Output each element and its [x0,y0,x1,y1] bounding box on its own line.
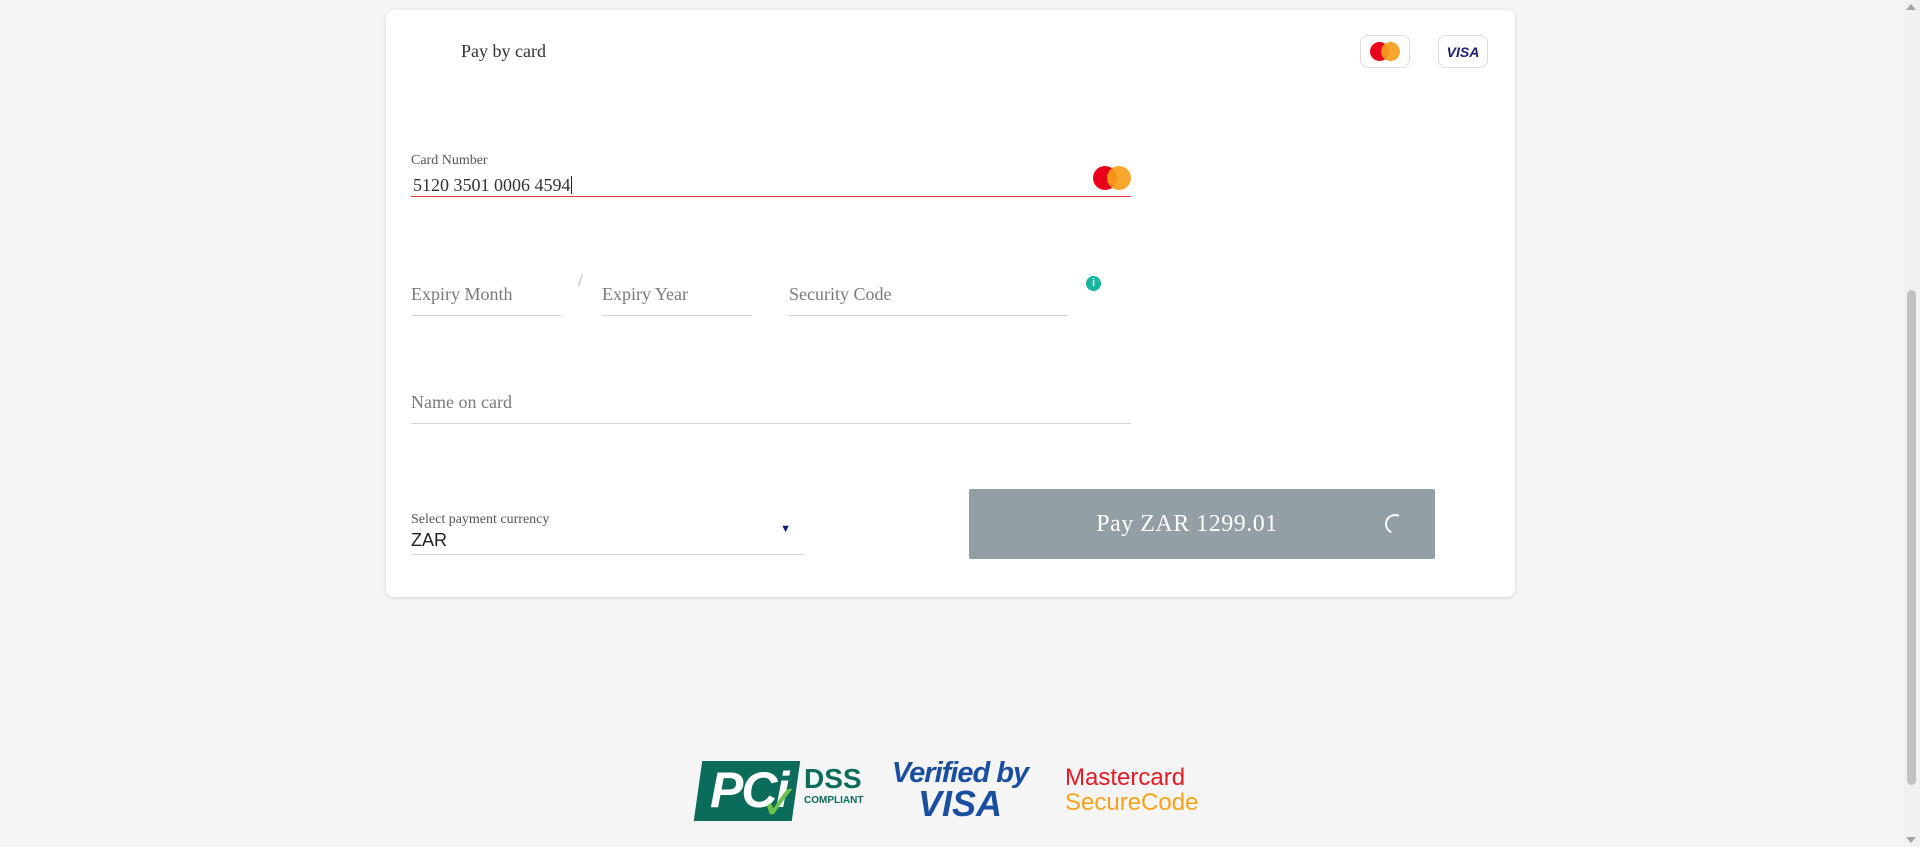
card-number-value: 5120 3501 0006 4594 [413,175,571,195]
currency-select[interactable]: Select payment currency ZAR ▼ [411,500,805,555]
name-on-card-placeholder: Name on card [411,392,512,412]
expiry-month-placeholder: Expiry Month [411,284,513,304]
currency-label: Select payment currency [411,512,550,527]
mastercard-securecode-logo: Mastercard SecureCode [1065,763,1199,816]
currency-value: ZAR [411,530,447,550]
scroll-down-arrow-icon[interactable] [1906,837,1916,843]
expiry-year-field[interactable]: Expiry Year [602,272,752,316]
dropdown-arrow-icon: ▼ [780,523,791,535]
loading-spinner-icon [1382,511,1408,537]
verified-by-visa-logo: Verified by VISA [885,758,1035,824]
expiry-month-field[interactable]: Expiry Month [411,272,561,316]
info-icon[interactable]: i [1086,276,1101,291]
vertical-scrollbar[interactable] [1903,0,1920,847]
card-number-label: Card Number [411,153,488,168]
dss-text: DSS [804,763,862,794]
scroll-thumb[interactable] [1907,290,1916,785]
mcsc-line2: SecureCode [1065,789,1199,816]
card-number-field[interactable]: Card Number 5120 3501 0006 4594 [411,140,1131,197]
detected-mastercard-icon [1093,166,1131,190]
mastercard-icon [1370,42,1400,61]
security-code-field[interactable]: Security Code [789,272,1068,316]
expiry-separator: / [578,270,584,290]
visa-icon: VISA [1446,43,1480,60]
pay-button[interactable]: Pay ZAR 1299.01 [969,489,1435,559]
card-number-input[interactable]: 5120 3501 0006 4594 [413,175,572,196]
compliant-text: COMPLIANT [804,795,864,806]
security-code-placeholder: Security Code [789,284,892,304]
name-on-card-field[interactable]: Name on card [411,380,1131,424]
payment-card-panel: Pay by card VISA Card Number 5120 3501 0… [386,10,1515,597]
text-caret [570,176,572,194]
mastercard-badge[interactable] [1360,35,1410,68]
pay-button-label: Pay ZAR 1299.01 [1096,510,1278,537]
expiry-year-placeholder: Expiry Year [602,284,688,304]
scroll-up-arrow-icon[interactable] [1906,4,1916,10]
visa-badge[interactable]: VISA [1438,35,1488,68]
vbv-line2: VISA [917,782,1003,824]
mcsc-line1: Mastercard [1065,763,1186,791]
trust-logos: PCi ✓ DSS COMPLIANT Verified by VISA Mas… [693,756,1199,831]
card-title: Pay by card [461,41,546,61]
checkmark-icon: ✓ [760,775,801,831]
pci-dss-logo: PCi ✓ DSS COMPLIANT [693,757,864,831]
